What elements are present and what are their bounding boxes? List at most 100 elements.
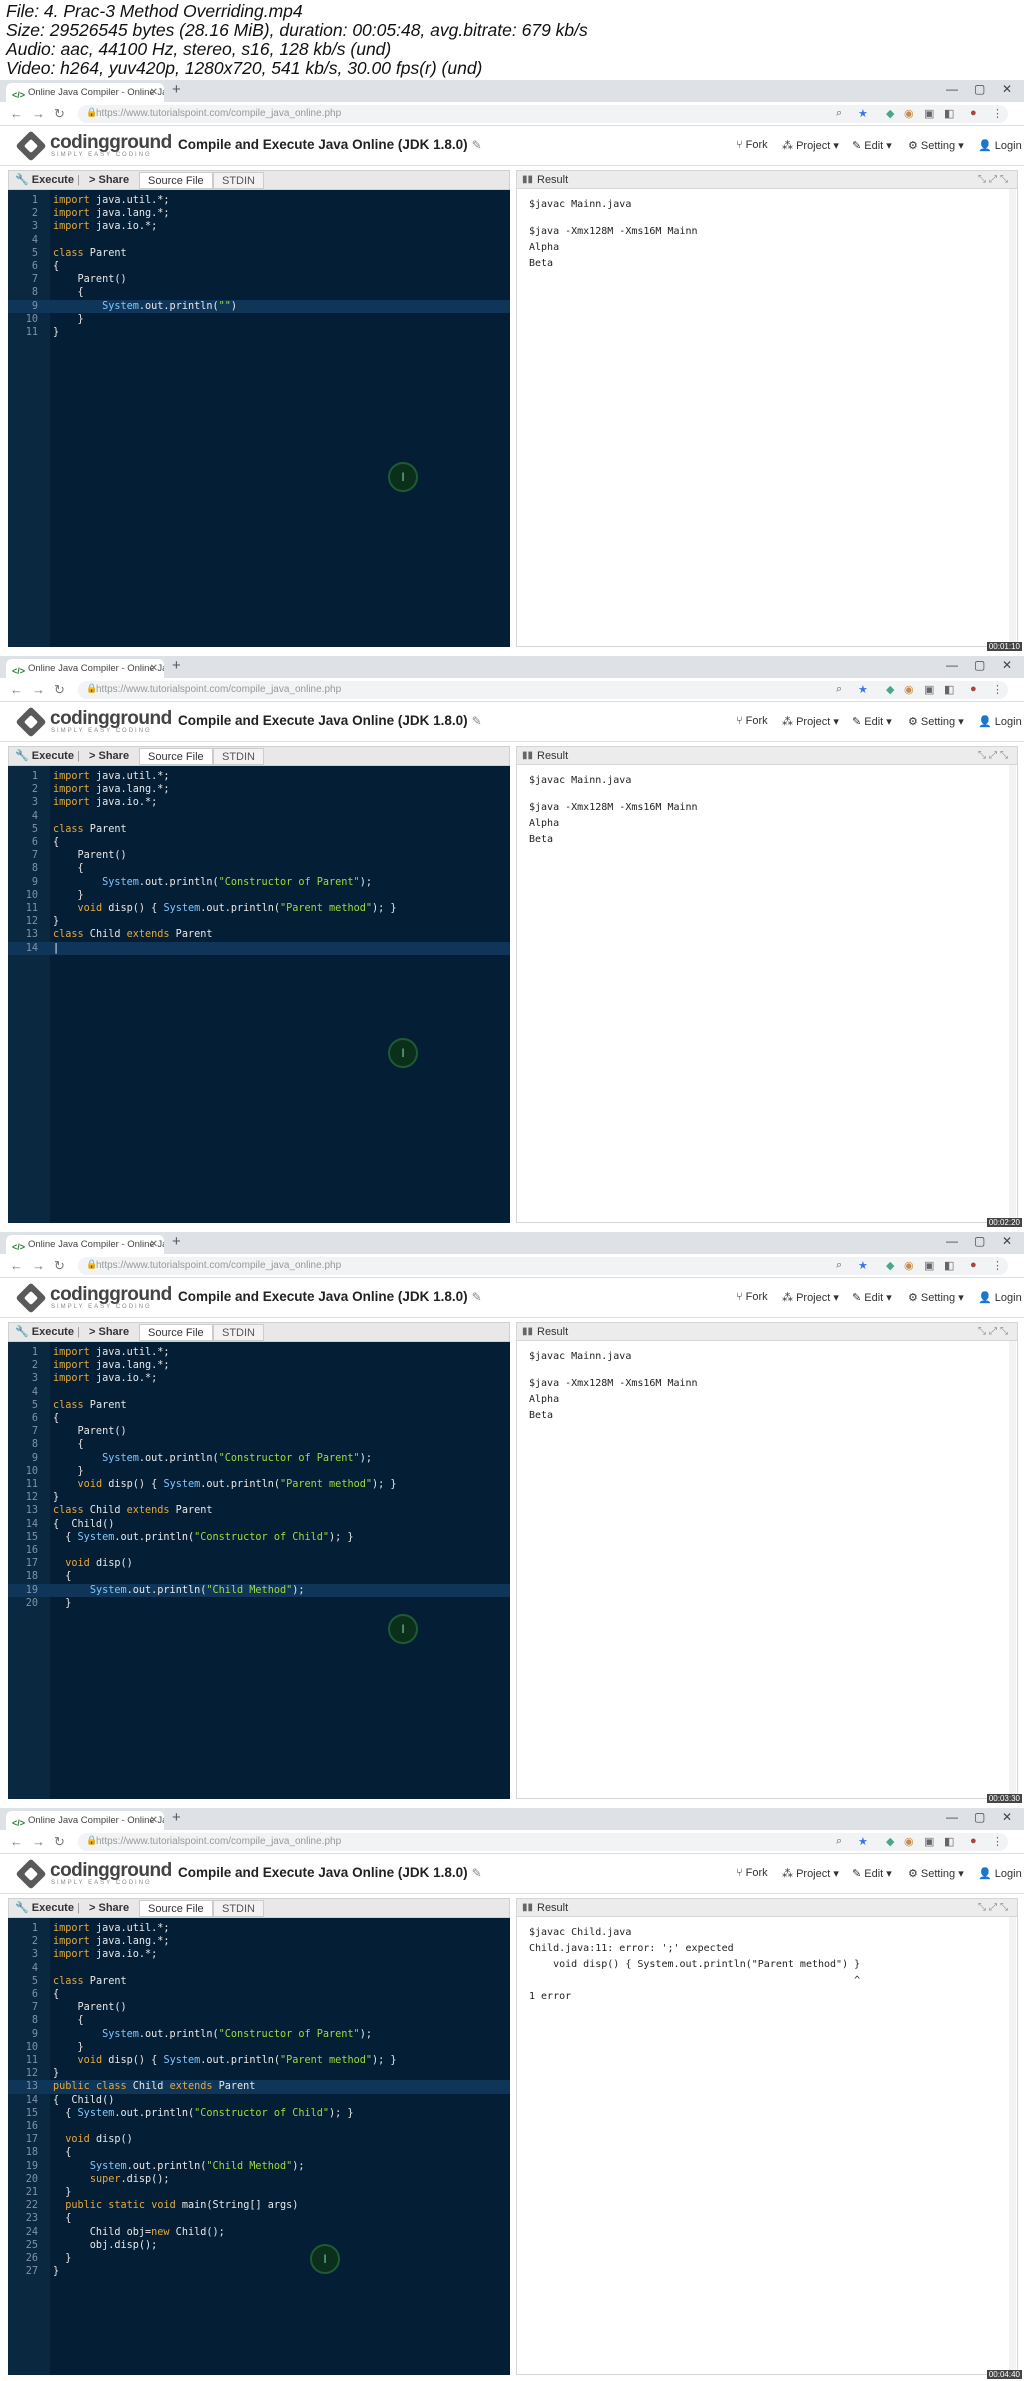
code-line[interactable]: 16 [8,2120,510,2133]
browser-tab[interactable]: </> Online Java Compiler - Online Ja ✕ [6,1235,164,1254]
project-menu[interactable]: ⁂ Project ▾ [782,139,839,152]
code-line[interactable]: 5 class Parent [8,1975,510,1988]
code-line[interactable]: 4 [8,810,510,823]
code-editor[interactable]: 1 import java.util.*; 2 import java.lang.*;… [8,766,510,1223]
zoom-icon[interactable]: ⌕ [836,683,842,696]
browser-tab[interactable]: </> Online Java Compiler - Online Ja ✕ [6,659,164,678]
code-line[interactable]: 3 import java.io.*; [8,796,510,809]
tab-stdin[interactable]: STDIN [213,748,264,765]
code-line[interactable]: 7 Parent() [8,2001,510,2014]
code-line[interactable]: 12} [8,1491,510,1504]
code-line[interactable]: 13 class Child extends Parent [8,1504,510,1517]
minimize-icon[interactable]: — [946,82,958,96]
edit-title-icon[interactable]: ✎ [472,138,482,152]
code-line[interactable]: 8 { [8,1438,510,1451]
project-menu[interactable]: ⁂ Project ▾ [782,1867,839,1880]
codingground-logo[interactable]: codingground SIMPLY EASY CODING [15,1282,172,1314]
extension-icon[interactable]: ◧ [944,1835,954,1848]
code-line[interactable]: 5 class Parent [8,823,510,836]
extension-icon[interactable]: ◉ [904,683,914,696]
edit-menu[interactable]: ✎ Edit ▾ [852,1291,892,1304]
extension-icon[interactable]: ◧ [944,107,954,120]
share-button[interactable]: > Share [89,1323,129,1341]
code-line[interactable]: 26 } [8,2252,510,2265]
code-line[interactable]: 1 import java.util.*; [8,194,510,207]
share-button[interactable]: > Share [89,1899,129,1917]
fork-menu[interactable]: ⑂ Fork [736,139,768,151]
close-tab-icon[interactable]: ✕ [150,1811,158,1830]
fork-menu[interactable]: ⑂ Fork [736,715,768,727]
execute-button[interactable]: 🔧 Execute [15,171,74,189]
share-button[interactable]: > Share [89,747,129,765]
code-line[interactable]: 4 [8,1962,510,1975]
browser-menu-icon[interactable]: ⋮ [992,1259,1003,1272]
profile-avatar-icon[interactable]: ● [970,107,977,119]
code-line[interactable]: 25 obj.disp(); [8,2239,510,2252]
login-link[interactable]: 👤 Login [978,1867,1022,1880]
profile-avatar-icon[interactable]: ● [970,683,977,695]
close-window-icon[interactable]: ✕ [1002,1234,1012,1248]
code-editor[interactable]: 1 import java.util.*; 2 import java.lang.*;… [8,1342,510,1799]
zoom-icon[interactable]: ⌕ [836,1259,842,1272]
code-line[interactable]: 10 } [8,1465,510,1478]
code-line[interactable]: 2 import java.lang.*; [8,783,510,796]
bookmark-star-icon[interactable]: ★ [858,683,868,696]
code-line[interactable]: 3 import java.io.*; [8,1948,510,1961]
forward-icon[interactable]: → [32,106,45,121]
tab-source-file[interactable]: Source File [139,748,213,765]
code-line[interactable]: 6{ [8,1988,510,2001]
edit-title-icon[interactable]: ✎ [472,1866,482,1880]
result-scrollbar[interactable] [1009,1341,1016,1798]
setting-menu[interactable]: ⚙ Setting ▾ [908,715,964,728]
maximize-icon[interactable]: ▢ [974,82,985,96]
back-icon[interactable]: ← [10,1258,23,1273]
tab-source-file[interactable]: Source File [139,1900,213,1917]
code-line[interactable]: 14 { Child() [8,2094,510,2107]
code-line[interactable]: 13 public class Child extends Parent [8,2080,510,2094]
code-line[interactable]: 19 System.out.println("Child Method"); [8,1583,510,1597]
code-line[interactable]: 3 import java.io.*; [8,1372,510,1385]
code-line[interactable]: 27} [8,2265,510,2278]
code-line[interactable]: 4 [8,1386,510,1399]
code-line[interactable]: 10 } [8,2041,510,2054]
close-window-icon[interactable]: ✕ [1002,82,1012,96]
login-link[interactable]: 👤 Login [978,1291,1022,1304]
code-line[interactable]: 17 void disp() [8,2133,510,2146]
codingground-logo[interactable]: codingground SIMPLY EASY CODING [15,1858,172,1890]
code-line[interactable]: 2 import java.lang.*; [8,207,510,220]
extension-icon[interactable]: ◉ [904,107,914,120]
extension-icon[interactable]: ◧ [944,683,954,696]
bookmark-star-icon[interactable]: ★ [858,1259,868,1272]
code-line[interactable]: 10 } [8,889,510,902]
back-icon[interactable]: ← [10,682,23,697]
code-line[interactable]: 9 System.out.println("Constructor of Par… [8,876,510,889]
code-line[interactable]: 11} [8,326,510,339]
address-bar[interactable]: 🔒 https://www.tutorialspoint.com/compile… [78,1833,1008,1851]
project-menu[interactable]: ⁂ Project ▾ [782,1291,839,1304]
code-line[interactable]: 7 Parent() [8,273,510,286]
code-line[interactable]: 16 [8,1544,510,1557]
code-line[interactable]: 22 public static void main(String[] args… [8,2199,510,2212]
reload-icon[interactable]: ↻ [54,1258,65,1274]
codingground-logo[interactable]: codingground SIMPLY EASY CODING [15,706,172,738]
code-line[interactable]: 11 void disp() { System.out.println("Par… [8,2054,510,2067]
code-line[interactable]: 9 System.out.println("Constructor of Par… [8,1452,510,1465]
edit-menu[interactable]: ✎ Edit ▾ [852,1867,892,1880]
share-button[interactable]: > Share [89,171,129,189]
edit-title-icon[interactable]: ✎ [472,1290,482,1304]
panel-controls[interactable]: ⤡⤢⤡ [978,747,1011,765]
close-tab-icon[interactable]: ✕ [150,83,158,102]
address-bar[interactable]: 🔒 https://www.tutorialspoint.com/compile… [78,681,1008,699]
tab-stdin[interactable]: STDIN [213,172,264,189]
browser-menu-icon[interactable]: ⋮ [992,1835,1003,1848]
code-line[interactable]: 19 System.out.println("Child Method"); [8,2160,510,2173]
execute-button[interactable]: 🔧 Execute [15,747,74,765]
codingground-logo[interactable]: codingground SIMPLY EASY CODING [15,130,172,162]
new-tab-button[interactable]: + [172,81,181,98]
minimize-icon[interactable]: — [946,1810,958,1824]
close-tab-icon[interactable]: ✕ [150,1235,158,1254]
new-tab-button[interactable]: + [172,657,181,674]
code-editor[interactable]: 1 import java.util.*; 2 import java.lang.*;… [8,190,510,647]
code-line[interactable]: 8 { [8,2014,510,2027]
edit-menu[interactable]: ✎ Edit ▾ [852,139,892,152]
